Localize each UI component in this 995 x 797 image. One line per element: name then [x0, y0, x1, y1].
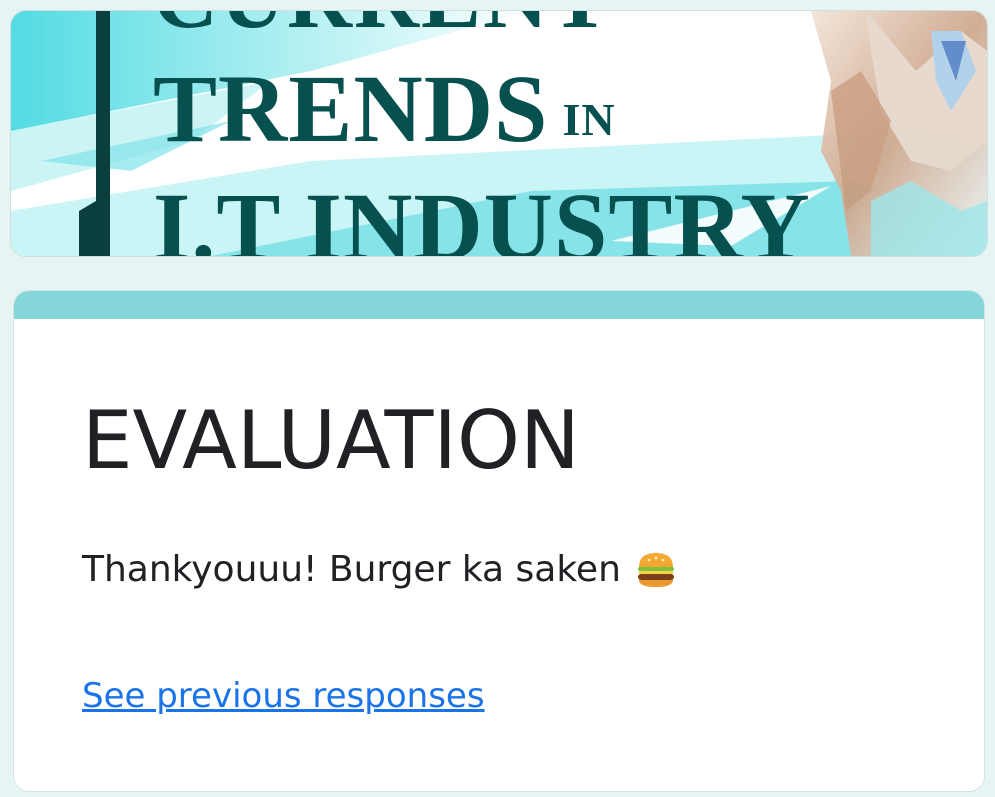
- header-banner: CURRENT TRENDSIN I.T INDUSTRY: [10, 10, 988, 257]
- see-previous-responses-link[interactable]: See previous responses: [82, 679, 485, 713]
- response-confirmation-card: EVALUATION Thankyouuu! Burger ka saken S…: [13, 290, 985, 792]
- confirmation-message: Thankyouuu! Burger ka saken: [82, 549, 677, 591]
- banner-title-line3: I.T INDUSTRY: [153, 173, 811, 257]
- banner-title-in: IN: [562, 94, 616, 145]
- form-title: EVALUATION: [82, 394, 580, 487]
- banner-title-trends: TRENDS: [153, 55, 549, 162]
- card-accent-bar: [14, 291, 984, 319]
- confirmation-message-text: Thankyouuu! Burger ka saken: [82, 549, 621, 590]
- banner-title-line2: TRENDS IN: [153, 61, 616, 157]
- burger-icon: [635, 549, 677, 591]
- banner-title-line1: CURRENT: [153, 11, 612, 43]
